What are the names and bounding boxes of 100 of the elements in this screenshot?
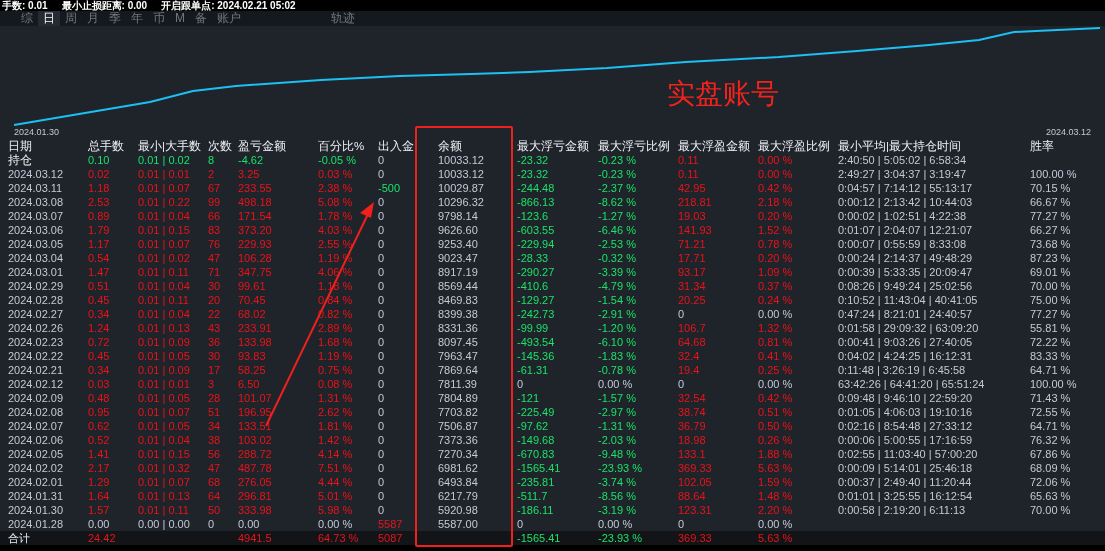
table-cell-text: 2024.02.28 <box>8 293 65 307</box>
table-cell-text: 2:40:50 | 5:05:02 | 6:58:34 <box>838 153 968 167</box>
table-cell-text: 93.17 <box>678 265 707 279</box>
tab[interactable]: 综 <box>16 11 38 26</box>
table-cell-text: 2024.02.27 <box>8 307 65 321</box>
table-cell-text: 1.29 <box>88 475 111 489</box>
tab[interactable]: 季 <box>104 11 126 26</box>
table-cell-text: 487.78 <box>238 461 273 475</box>
table-cell-text: 6493.84 <box>438 475 479 489</box>
table-cell-text: 106.28 <box>238 251 273 265</box>
table-cell-text: -28.33 <box>517 251 550 265</box>
table-cell-text: 1.64 <box>88 489 111 503</box>
table-cell-text: 0.01 | 0.04 <box>138 209 191 223</box>
table-cell-text: 0:01:05 | 4:06:03 | 19:10:16 <box>838 405 974 419</box>
table-cell-text: -23.32 <box>517 153 550 167</box>
table-cell-text: -129.27 <box>517 293 556 307</box>
tab[interactable]: 账户 <box>212 11 246 26</box>
table-cell-text: 5.01 % <box>318 489 354 503</box>
table-cell-text: 3 <box>208 377 216 391</box>
table-cell-text: 99.61 <box>238 279 267 293</box>
table-cell-text: 1.59 % <box>758 475 794 489</box>
table-cell-text: 4.03 % <box>318 223 354 237</box>
table-cell-text: 0 <box>208 517 216 531</box>
table-cell-text: 133.51 <box>238 419 273 433</box>
table-cell-text: 0.00 <box>238 517 261 531</box>
table-cell-text: 0:04:57 | 7:14:12 | 55:13:17 <box>838 181 974 195</box>
table-cell-text: 369.33 <box>678 531 713 545</box>
table-cell-text: 75.00 % <box>1030 293 1072 307</box>
table-cell-text: 2024.02.29 <box>8 279 65 293</box>
table-cell-text: 0.75 % <box>318 363 354 377</box>
table-cell-text: -1.83 % <box>598 349 637 363</box>
table-cell-text: 2024.03.12 <box>8 167 65 181</box>
table-cell-text: 1.32 % <box>758 321 794 335</box>
table-cell-text: 63:42:26 | 64:41:20 | 65:51:24 <box>838 377 986 391</box>
table-cell-text: 0.01 | 0.05 <box>138 419 191 433</box>
column-header: 最大浮亏金额 <box>517 139 590 153</box>
table-cell-text: 0.00 % <box>318 517 354 531</box>
table-cell-text: 0.37 % <box>758 279 794 293</box>
table-cell-text: 0 <box>678 377 686 391</box>
table-cell-text: 64.73 % <box>318 531 360 545</box>
table-cell-text: 2.17 <box>88 461 111 475</box>
table-cell-text: 2024.02.06 <box>8 433 65 447</box>
table-cell-text: 0.01 | 0.15 <box>138 223 191 237</box>
table-cell-text: 1.68 % <box>318 335 354 349</box>
tab[interactable]: 币 <box>148 11 170 26</box>
table-cell-text: 0 <box>378 293 386 307</box>
table-cell-text: 0.20 % <box>758 209 794 223</box>
tab[interactable]: 月 <box>82 11 104 26</box>
tab[interactable]: M <box>170 11 190 26</box>
table-cell-text: 288.72 <box>238 447 273 461</box>
table-cell-text: 68 <box>208 475 222 489</box>
table-cell-text: 1.88 % <box>758 447 794 461</box>
table-cell-text: 9023.47 <box>438 251 479 265</box>
table-cell-text: 5.08 % <box>318 195 354 209</box>
table-cell-text: 83 <box>208 223 222 237</box>
table-cell-text: 72.06 % <box>1030 475 1072 489</box>
table-cell-text: 1.81 % <box>318 419 354 433</box>
table-cell-text: 8569.44 <box>438 279 479 293</box>
table-cell-text: 69.01 % <box>1030 265 1072 279</box>
column-header: 最大浮盈金额 <box>678 139 751 153</box>
table-cell-text: 4941.5 <box>238 531 273 545</box>
table-cell-text: 7703.82 <box>438 405 479 419</box>
table-cell-text: -244.48 <box>517 181 556 195</box>
table-cell-text: -2.37 % <box>598 181 637 195</box>
table-cell-text: 2024.02.23 <box>8 335 65 349</box>
table-cell-text: 2.62 % <box>318 405 354 419</box>
table-cell-text: 93.83 <box>238 349 267 363</box>
table-cell-text: 77.27 % <box>1030 209 1072 223</box>
table-cell-text: 2024.03.11 <box>8 181 64 195</box>
table-cell-text: 7506.87 <box>438 419 479 433</box>
table-cell-text: 68.02 <box>238 307 267 321</box>
table-cell-text: 0:01:07 | 2:04:07 | 12:21:07 <box>838 223 974 237</box>
table-cell-text: -9.48 % <box>598 447 637 461</box>
axis-date-label: 2024.03.12 <box>1045 127 1091 137</box>
table-cell-text: 0.81 % <box>758 335 794 349</box>
table-cell-text: 10296.32 <box>438 195 485 209</box>
table-cell-text: 2 <box>208 167 216 181</box>
table-cell-text: 0:00:09 | 5:14:01 | 25:46:18 <box>838 461 974 475</box>
table-cell-text: 5.98 % <box>318 503 354 517</box>
table-cell-text: 2024.02.09 <box>8 391 65 405</box>
tab[interactable]: 年 <box>126 11 148 26</box>
table-cell-text: 17.71 <box>678 251 707 265</box>
tab[interactable]: 备 <box>190 11 212 26</box>
table-cell-text: 1.52 % <box>758 223 794 237</box>
table-cell-text: 0:04:02 | 4:24:25 | 16:12:31 <box>838 349 974 363</box>
table-cell-text: 0:02:55 | 11:03:40 | 57:00:20 <box>838 447 979 461</box>
table-cell-text: 31.34 <box>678 279 707 293</box>
table-cell-text: 9253.40 <box>438 237 479 251</box>
table-cell-text: 71.21 <box>678 237 707 251</box>
tab[interactable]: 轨迹 <box>326 11 360 26</box>
table-cell-text: 0.00 <box>88 517 111 531</box>
table-cell-text: 0:00:58 | 2:19:20 | 6:11:13 <box>838 503 967 517</box>
tab[interactable]: 日 <box>38 11 60 26</box>
table-cell-text: 77.27 % <box>1030 307 1072 321</box>
table-cell-text: 0.01 | 0.05 <box>138 349 191 363</box>
table-cell-text: 102.05 <box>678 475 713 489</box>
table-cell-text: 5587 <box>378 517 404 531</box>
table-cell-text: 0 <box>378 419 386 433</box>
table-cell-text: 0:00:41 | 9:03:26 | 27:40:05 <box>838 335 974 349</box>
tab[interactable]: 周 <box>60 11 82 26</box>
